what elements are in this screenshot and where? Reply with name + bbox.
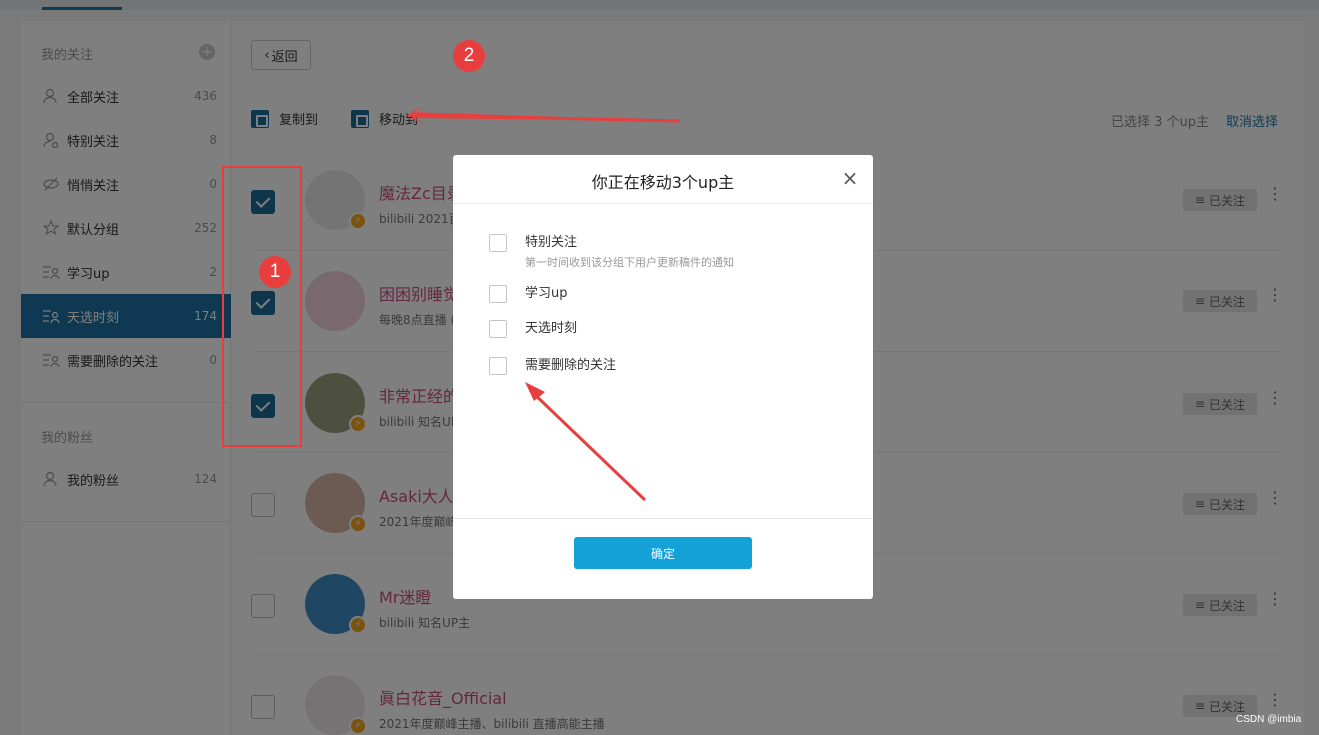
annotation-arrow-3 xyxy=(525,382,647,502)
arrow-head-3 xyxy=(525,382,545,401)
watermark: CSDN @imbia xyxy=(1236,714,1302,725)
arrow-line-3 xyxy=(528,388,647,502)
